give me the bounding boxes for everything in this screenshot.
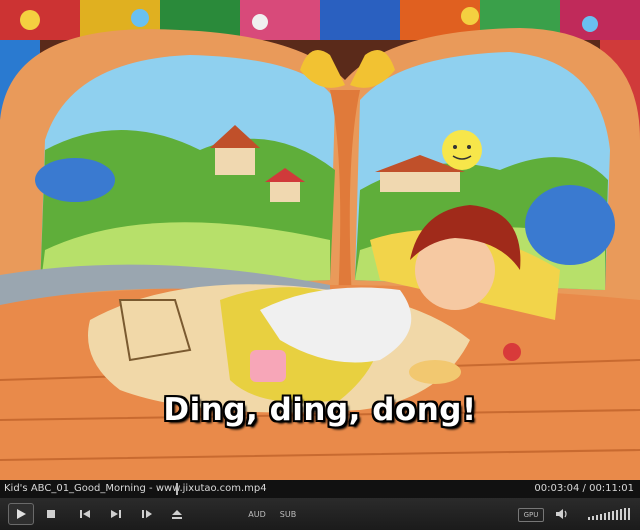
speaker-icon: [555, 508, 569, 520]
total-time: 00:11:01: [589, 483, 634, 494]
gpu-toggle[interactable]: GPU: [518, 508, 544, 522]
subtitle-track-button[interactable]: SUB: [276, 504, 300, 524]
subtitle-text: Ding, ding, dong!: [163, 392, 477, 428]
media-player-window: Ding, ding, dong! Kid's ABC_01_Good_Morn…: [0, 0, 640, 530]
previous-icon: [79, 509, 91, 519]
info-bar: Kid's ABC_01_Good_Morning - www.jixutao.…: [0, 480, 640, 498]
volume-level-icon: [587, 507, 633, 521]
stop-button[interactable]: [42, 504, 60, 524]
volume-slider[interactable]: [586, 504, 634, 524]
previous-button[interactable]: [76, 504, 94, 524]
time-separator: /: [582, 483, 586, 494]
control-bar: AUD SUB GPU: [0, 498, 640, 530]
mute-button[interactable]: [553, 504, 571, 524]
file-name: Kid's ABC_01_Good_Morning - www.jixutao.…: [4, 483, 267, 494]
audio-track-button[interactable]: AUD: [245, 504, 269, 524]
frame-step-icon: [141, 509, 153, 519]
next-icon: [110, 509, 122, 519]
video-frame[interactable]: Ding, ding, dong!: [0, 0, 640, 480]
eject-button[interactable]: [168, 504, 186, 524]
frame-step-button[interactable]: [138, 504, 156, 524]
seek-position-marker[interactable]: [176, 483, 178, 495]
play-button[interactable]: [8, 503, 34, 525]
current-time: 00:03:04: [534, 483, 580, 494]
eject-icon: [171, 509, 183, 520]
next-button[interactable]: [107, 504, 125, 524]
play-icon: [15, 508, 27, 520]
stop-icon: [46, 509, 56, 519]
time-display: 00:03:04 / 00:11:01: [534, 480, 634, 498]
